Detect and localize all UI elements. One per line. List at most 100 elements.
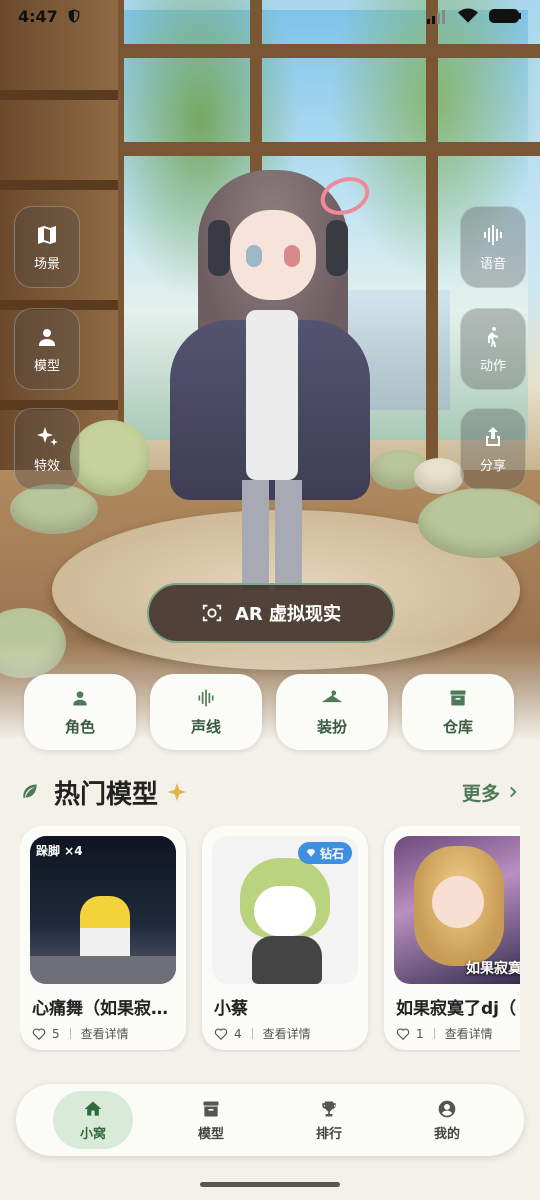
model-card[interactable]: 钻石 小蔡 4 查看详情: [202, 826, 368, 1050]
hot-models-list[interactable]: 跺脚 ×4 心痛舞（如果寂寞了dj） 5 查看详情 钻石 小蔡 4 查看详情: [20, 826, 520, 1052]
sparkle-icon: [37, 426, 58, 446]
quick-warehouse[interactable]: 仓库: [402, 674, 514, 750]
walk-icon: [488, 326, 498, 347]
model-eye: [246, 245, 262, 267]
hanger-icon: [322, 690, 342, 702]
voice-button[interactable]: 语音: [460, 206, 526, 288]
avatar-model[interactable]: [150, 150, 390, 590]
model-card[interactable]: 如果寂寞了 如果寂寞了dj（ 1 查看详情: [384, 826, 520, 1050]
archive-box-icon: [203, 1101, 219, 1116]
headphone: [326, 220, 348, 276]
headphone: [208, 220, 230, 276]
nav-ranking[interactable]: 排行: [289, 1091, 369, 1149]
model-name: 小蔡: [214, 999, 248, 1019]
like-count: 5: [52, 1026, 60, 1041]
model-thumbnail: 跺脚 ×4: [30, 836, 176, 984]
dance-badge: 跺脚 ×4: [36, 844, 83, 858]
effects-button[interactable]: 特效: [14, 408, 80, 490]
quick-role[interactable]: 角色: [24, 674, 136, 750]
quick-outfit[interactable]: 装扮: [276, 674, 388, 750]
home-icon: [84, 1101, 102, 1116]
quick-role-label: 角色: [64, 717, 95, 736]
chevron-right-icon: [510, 786, 517, 798]
floor-cushion: [10, 484, 98, 534]
quick-warehouse-label: 仓库: [442, 717, 473, 736]
quick-voice[interactable]: 声线: [150, 674, 262, 750]
shield-icon: [68, 9, 80, 23]
heart-icon[interactable]: [396, 1027, 410, 1041]
quick-actions: 角色 声线 装扮 仓库: [24, 674, 516, 750]
hot-models-title: 热门模型: [54, 779, 159, 810]
nav-home[interactable]: 小窝: [53, 1091, 133, 1149]
ar-button-label: AR 虚拟现实: [234, 604, 342, 625]
hot-models-header: 热门模型 更多: [20, 770, 520, 814]
sparkle-icon: [167, 782, 187, 802]
view-details-link[interactable]: 查看详情: [81, 1025, 129, 1042]
battery-icon: [489, 9, 521, 23]
floor-cushion: [418, 488, 540, 558]
view-details-link[interactable]: 查看详情: [445, 1025, 493, 1042]
diamond-label: 钻石: [319, 846, 344, 861]
like-count: 1: [416, 1026, 424, 1041]
model-meta: 1 查看详情: [396, 1025, 493, 1042]
floor-cushion: [414, 458, 464, 494]
divider: [433, 1028, 435, 1039]
share-label: 分享: [479, 458, 506, 474]
home-indicator[interactable]: [200, 1182, 340, 1187]
wifi-icon: [458, 8, 478, 23]
action-button[interactable]: 动作: [460, 308, 526, 390]
window-frame: [426, 0, 438, 470]
account-circle-icon: [438, 1100, 456, 1117]
shelf-board: [0, 180, 118, 190]
heart-icon[interactable]: [214, 1027, 228, 1041]
divider: [251, 1028, 253, 1039]
nav-models[interactable]: 模型: [171, 1091, 251, 1149]
map-icon: [38, 225, 56, 244]
model-legs: [242, 480, 302, 590]
model-thumbnail: 钻石: [212, 836, 358, 984]
image-caption: 如果寂寞了: [466, 961, 520, 977]
chibi-body: [252, 936, 322, 984]
bottom-nav: 小窝 模型 排行 我的: [16, 1084, 524, 1156]
ar-button[interactable]: AR 虚拟现实: [147, 583, 395, 643]
share-icon: [486, 426, 500, 446]
like-count: 4: [234, 1026, 242, 1041]
nav-models-label: 模型: [197, 1126, 224, 1142]
nav-profile-label: 我的: [433, 1126, 460, 1142]
model-shirt: [246, 310, 298, 480]
model-name: 如果寂寞了dj（: [396, 999, 516, 1019]
voice-label: 语音: [479, 256, 506, 272]
share-button[interactable]: 分享: [460, 408, 526, 490]
model-meta: 4 查看详情: [214, 1025, 311, 1042]
scene-button[interactable]: 场景: [14, 206, 80, 288]
archive-box-icon: [450, 690, 466, 705]
plush-toy: [70, 420, 150, 496]
voice-wave-icon: [484, 224, 502, 245]
model-label: 模型: [33, 358, 60, 374]
quick-voice-label: 声线: [190, 717, 221, 736]
more-link[interactable]: 更多: [462, 779, 520, 806]
nav-profile[interactable]: 我的: [407, 1091, 487, 1149]
nav-home-label: 小窝: [79, 1126, 106, 1142]
person-icon: [39, 328, 55, 346]
status-time: 4:47: [18, 6, 58, 26]
scene-label: 场景: [33, 256, 60, 272]
anime-girl-face: [432, 876, 484, 928]
model-button[interactable]: 模型: [14, 308, 80, 390]
trophy-icon: [322, 1101, 336, 1116]
model-face: [230, 210, 316, 300]
view-details-link[interactable]: 查看详情: [263, 1025, 311, 1042]
more-label: 更多: [461, 782, 500, 805]
model-card[interactable]: 跺脚 ×4 心痛舞（如果寂寞了dj） 5 查看详情: [20, 826, 186, 1050]
diamond-badge: 钻石: [297, 842, 352, 864]
model-name: 心痛舞（如果寂寞了dj）: [32, 999, 182, 1019]
model-thumbnail: 如果寂寞了: [394, 836, 520, 984]
person-icon: [73, 690, 87, 705]
cellular-signal-icon: [427, 10, 445, 24]
nav-ranking-label: 排行: [315, 1126, 342, 1142]
divider: [69, 1028, 71, 1039]
quick-outfit-label: 装扮: [316, 717, 347, 736]
status-bar: 4:47: [0, 0, 540, 32]
shelf-board: [0, 90, 118, 100]
heart-icon[interactable]: [32, 1027, 46, 1041]
